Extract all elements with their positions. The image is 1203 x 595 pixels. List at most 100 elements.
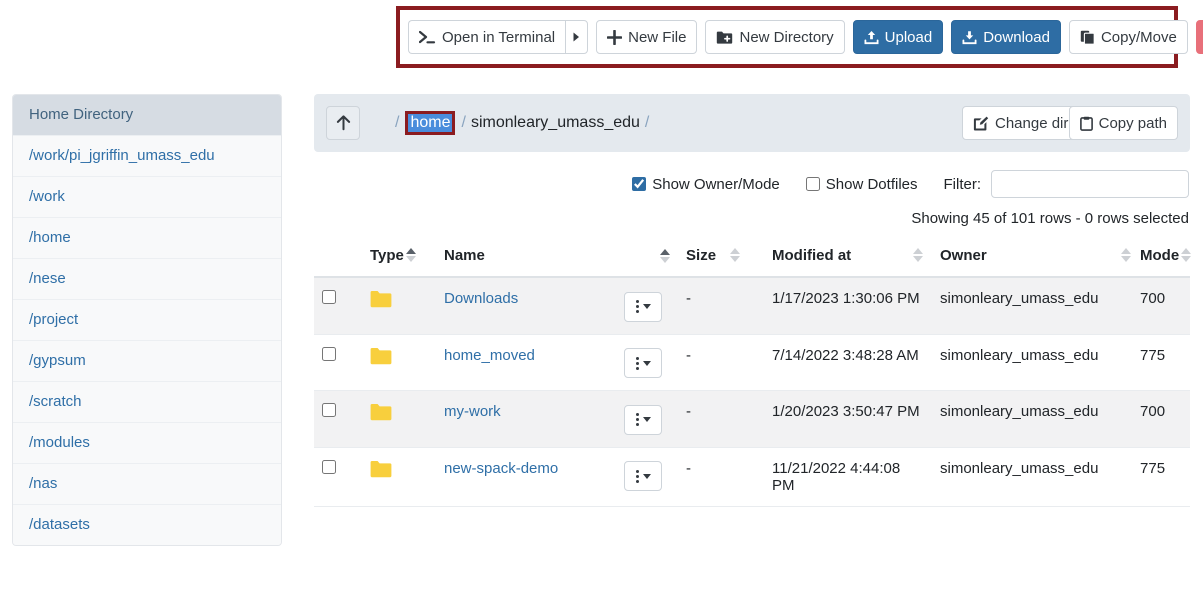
file-name-link[interactable]: new-spack-demo	[444, 460, 558, 477]
row-select-cell	[314, 447, 362, 506]
row-name-cell: new-spack-demo	[436, 447, 616, 506]
row-mode-cell: 700	[1132, 391, 1190, 448]
sort-icon-modified-at[interactable]	[913, 248, 923, 262]
show-owner-mode-checkbox[interactable]	[632, 177, 646, 191]
file-name-link[interactable]: home_moved	[444, 347, 535, 364]
copy-icon	[1080, 30, 1095, 45]
row-owner-cell: simonleary_umass_edu	[932, 277, 1132, 334]
open-in-terminal-label: Open in Terminal	[442, 30, 555, 45]
column-header-name[interactable]: Name	[436, 237, 678, 277]
show-dotfiles-toggle[interactable]: Show Dotfiles	[806, 176, 918, 193]
sidebar-item-work[interactable]: /work	[13, 177, 281, 218]
file-name-link[interactable]: Downloads	[444, 290, 518, 307]
row-size-cell: -	[678, 447, 764, 506]
new-file-label: New File	[628, 30, 686, 45]
sidebar-item-nese[interactable]: /nese	[13, 259, 281, 300]
breadcrumb-item-user[interactable]: simonleary_umass_edu	[471, 114, 640, 132]
table-row[interactable]: my-work-1/20/2023 3:50:47 PMsimonleary_u…	[314, 391, 1190, 448]
sort-icon-owner[interactable]	[1121, 248, 1131, 262]
kebab-menu-icon[interactable]	[624, 292, 662, 322]
row-owner-cell: simonleary_umass_edu	[932, 334, 1132, 391]
upload-icon	[864, 30, 879, 45]
row-modified-cell: 11/21/2022 4:44:08 PM	[764, 447, 932, 506]
sort-icon-size[interactable]	[730, 248, 740, 262]
row-count-status: Showing 45 of 101 rows - 0 rows selected	[314, 210, 1190, 227]
row-select-checkbox[interactable]	[322, 460, 336, 474]
column-header-name-label: Name	[444, 247, 485, 264]
row-actions-cell	[616, 391, 678, 448]
download-button[interactable]: Download	[951, 20, 1061, 54]
row-name-cell: home_moved	[436, 334, 616, 391]
path-toolbar: / home / simonleary_umass_edu / Change d…	[314, 94, 1190, 152]
row-modified-cell: 1/17/2023 1:30:06 PM	[764, 277, 932, 334]
table-header-row: Type Name Size Modified at Owner Mod	[314, 237, 1190, 277]
open-in-terminal-dropdown-toggle[interactable]	[565, 20, 588, 54]
main-content: / home / simonleary_umass_edu / Change d…	[314, 94, 1190, 507]
kebab-menu-icon[interactable]	[624, 348, 662, 378]
row-type-cell	[362, 334, 436, 391]
new-directory-button[interactable]: New Directory	[705, 20, 844, 54]
clipboard-icon	[1080, 116, 1093, 131]
sidebar-item-home[interactable]: /home	[13, 218, 281, 259]
copy-move-button[interactable]: Copy/Move	[1069, 20, 1188, 54]
sidebar-item-gypsum[interactable]: /gypsum	[13, 341, 281, 382]
row-actions-cell	[616, 277, 678, 334]
row-type-cell	[362, 447, 436, 506]
file-name-link[interactable]: my-work	[444, 403, 501, 420]
column-header-type[interactable]: Type	[362, 237, 436, 277]
kebab-menu-icon[interactable]	[624, 461, 662, 491]
row-select-checkbox[interactable]	[322, 347, 336, 361]
row-mode-cell: 700	[1132, 277, 1190, 334]
show-owner-mode-toggle[interactable]: Show Owner/Mode	[632, 176, 780, 193]
row-name-cell: my-work	[436, 391, 616, 448]
column-header-modified-at-label: Modified at	[772, 247, 851, 264]
sidebar-item-workpi_jgriffin_umass_edu[interactable]: /work/pi_jgriffin_umass_edu	[13, 136, 281, 177]
column-header-size[interactable]: Size	[678, 237, 764, 277]
column-header-mode[interactable]: Mode	[1132, 237, 1190, 277]
open-in-terminal-button[interactable]: Open in Terminal	[408, 20, 565, 54]
sort-icon-type[interactable]	[406, 248, 416, 262]
filter-input[interactable]	[991, 170, 1189, 198]
sidebar-item-project[interactable]: /project	[13, 300, 281, 341]
table-row[interactable]: new-spack-demo-11/21/2022 4:44:08 PMsimo…	[314, 447, 1190, 506]
row-select-checkbox[interactable]	[322, 290, 336, 304]
toolbar-button-row: Open in Terminal New File New Directory	[408, 20, 1203, 54]
row-select-cell	[314, 391, 362, 448]
terminal-icon	[419, 30, 436, 45]
download-icon	[962, 30, 977, 45]
sort-icon-mode[interactable]	[1181, 248, 1191, 262]
new-file-button[interactable]: New File	[596, 20, 697, 54]
table-row[interactable]: home_moved-7/14/2022 3:48:28 AMsimonlear…	[314, 334, 1190, 391]
row-select-cell	[314, 334, 362, 391]
copy-path-button[interactable]: Copy path	[1069, 106, 1178, 140]
column-header-modified-at[interactable]: Modified at	[764, 237, 932, 277]
breadcrumb-separator-1: /	[456, 114, 470, 132]
edit-pencil-icon	[973, 116, 989, 131]
breadcrumb: / home / simonleary_umass_edu /	[390, 114, 654, 132]
sidebar-item-datasets[interactable]: /datasets	[13, 505, 281, 545]
delete-button[interactable]: Delete	[1196, 20, 1203, 54]
row-select-checkbox[interactable]	[322, 403, 336, 417]
sidebar-item-home-directory[interactable]: Home Directory	[13, 95, 281, 136]
column-header-owner[interactable]: Owner	[932, 237, 1132, 277]
row-size-cell: -	[678, 334, 764, 391]
row-select-cell	[314, 277, 362, 334]
sort-icon-name[interactable]	[660, 249, 670, 263]
show-dotfiles-checkbox[interactable]	[806, 177, 820, 191]
sidebar-item-scratch[interactable]: /scratch	[13, 382, 281, 423]
caret-right-icon	[573, 32, 580, 42]
sidebar-item-nas[interactable]: /nas	[13, 464, 281, 505]
folder-icon	[370, 290, 428, 308]
breadcrumb-item-home[interactable]: home	[408, 114, 452, 132]
folder-icon	[370, 460, 428, 478]
upload-button[interactable]: Upload	[853, 20, 944, 54]
row-mode-cell: 775	[1132, 447, 1190, 506]
go-up-directory-button[interactable]	[326, 106, 360, 140]
column-header-mode-label: Mode	[1140, 247, 1179, 264]
sidebar-item-modules[interactable]: /modules	[13, 423, 281, 464]
table-row[interactable]: Downloads-1/17/2023 1:30:06 PMsimonleary…	[314, 277, 1190, 334]
row-actions-cell	[616, 447, 678, 506]
row-size-cell: -	[678, 391, 764, 448]
kebab-menu-icon[interactable]	[624, 405, 662, 435]
row-type-cell	[362, 391, 436, 448]
